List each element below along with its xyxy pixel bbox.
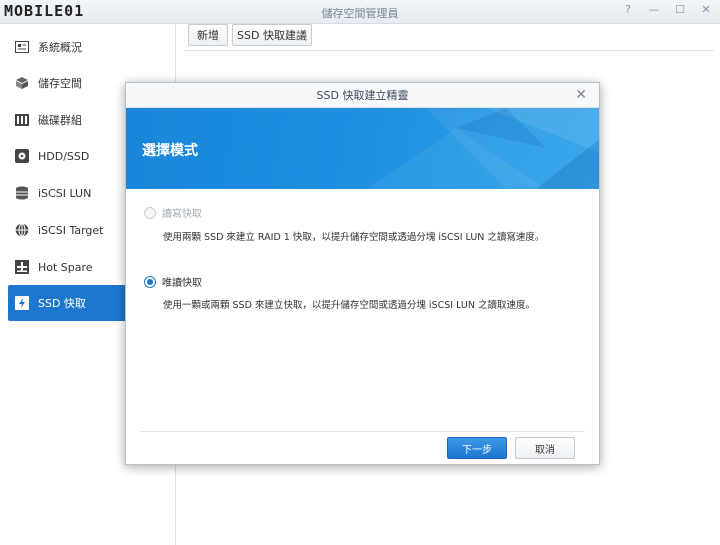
next-button[interactable]: 下一步: [447, 437, 507, 459]
create-button[interactable]: 新增: [188, 24, 228, 46]
cancel-button[interactable]: 取消: [515, 437, 575, 459]
sidebar-item-overview[interactable]: 系統概況: [8, 29, 168, 65]
option-label: 唯讀快取: [162, 278, 202, 289]
sidebar-item-label: SSD 快取: [38, 297, 86, 310]
target-icon: [14, 222, 30, 238]
minimize-icon[interactable]: —: [648, 3, 660, 17]
volume-icon: [14, 75, 30, 91]
ssd-advisor-button[interactable]: SSD 快取建議: [232, 24, 312, 46]
dialog-banner: 選擇模式: [126, 108, 599, 189]
sidebar-item-label: 儲存空間: [38, 77, 82, 90]
option-read-only[interactable]: 唯讀快取: [144, 274, 202, 289]
ssd-cache-wizard-dialog: SSD 快取建立精靈 ✕ 選擇模式 讀寫快取 使用兩顆 SSD 來建立 RAID…: [125, 82, 600, 465]
sidebar-item-label: iSCSI Target: [38, 223, 104, 237]
option-label: 讀寫快取: [162, 209, 202, 220]
read-write-radio[interactable]: [144, 206, 156, 219]
banner-title: 選擇模式: [142, 143, 198, 159]
footer-divider: [140, 431, 585, 432]
window-controls: ? — ☐ ✕: [622, 3, 712, 17]
option-description: 使用一顆或兩顆 SSD 來建立快取，以提升儲存空間或透過分塊 iSCSI LUN…: [163, 300, 535, 311]
overview-icon: [14, 39, 30, 55]
sidebar-item-label: 系統概況: [38, 41, 82, 54]
sidebar-item-label: HDD/SSD: [38, 149, 90, 163]
close-icon[interactable]: ✕: [575, 83, 587, 108]
close-icon[interactable]: ✕: [700, 3, 712, 17]
help-icon[interactable]: ?: [622, 3, 634, 17]
toolbar-divider: [184, 50, 714, 51]
app-title: 儲存空間管理員: [321, 7, 399, 20]
read-only-radio[interactable]: [144, 275, 156, 288]
sidebar-item-label: 磁碟群組: [38, 114, 82, 127]
dialog-title: SSD 快取建立精靈: [316, 89, 409, 102]
hdd-icon: [14, 148, 30, 164]
sidebar-item-label: iSCSI LUN: [38, 186, 92, 200]
option-description: 使用兩顆 SSD 來建立 RAID 1 快取，以提升儲存空間或透過分塊 iSCS…: [163, 232, 545, 243]
dialog-header: SSD 快取建立精靈 ✕: [126, 83, 599, 108]
title-bar: MOBILE01 儲存空間管理員 ? — ☐ ✕: [0, 0, 720, 24]
lun-icon: [14, 185, 30, 201]
maximize-icon[interactable]: ☐: [674, 3, 686, 17]
disk-group-icon: [14, 112, 30, 128]
hot-spare-icon: [14, 259, 30, 275]
option-read-write[interactable]: 讀寫快取: [144, 205, 202, 220]
sidebar-item-label: Hot Spare: [38, 260, 93, 274]
ssd-cache-icon: [14, 295, 30, 311]
